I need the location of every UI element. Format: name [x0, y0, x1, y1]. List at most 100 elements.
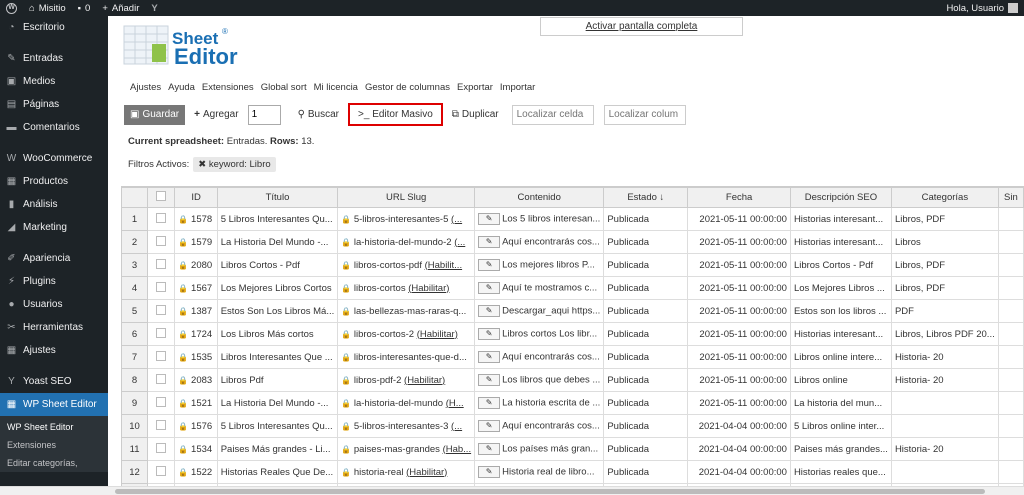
cell-categories[interactable] [890, 460, 999, 484]
row-checkbox-cell[interactable] [147, 299, 176, 323]
cell-slug[interactable]: 🔒 5-libros-interesantes-3 (... [337, 414, 476, 438]
cell-slug[interactable]: 🔒 paises-mas-grandes (Hab... [337, 437, 476, 461]
enable-slug-link[interactable]: (Habilitar) [408, 283, 449, 294]
cell-id[interactable]: 🔒 2080 [174, 253, 218, 277]
cell-status[interactable]: Publicada [603, 299, 689, 323]
enable-slug-link[interactable]: (... [451, 421, 462, 432]
cell-categories[interactable] [890, 391, 999, 415]
column-header[interactable]: Categorías [890, 187, 999, 208]
cell-title[interactable]: La Historia Del Mundo -... [216, 391, 339, 415]
edit-content-icon[interactable]: ✎ [478, 328, 501, 340]
sidebar-item-usuarios[interactable]: ● Usuarios [0, 293, 108, 316]
cell-categories[interactable]: Libros, PDF [890, 276, 999, 300]
cell-content[interactable]: ✎ Historia real de libro... [474, 460, 605, 484]
enable-slug-link[interactable]: (Habilitar) [417, 329, 458, 340]
row-checkbox-cell[interactable] [147, 437, 176, 461]
cell-date[interactable]: 2021-04-04 00:00:00 [687, 414, 791, 438]
cell-content[interactable]: ✎ Los libros que debes ... [474, 368, 605, 392]
cell-extra[interactable] [997, 414, 1024, 438]
cell-date[interactable]: 2021-05-11 00:00:00 [687, 230, 791, 254]
edit-content-icon[interactable]: ✎ [478, 443, 501, 455]
cell-seo-description[interactable]: Historias interesant... [789, 207, 892, 231]
cell-extra[interactable] [997, 345, 1024, 369]
cell-extra[interactable] [997, 207, 1024, 231]
row-checkbox[interactable] [156, 304, 167, 315]
edit-content-icon[interactable]: ✎ [478, 420, 501, 432]
cell-date[interactable]: 2021-04-04 00:00:00 [687, 437, 791, 461]
menu-item[interactable]: Global sort [261, 82, 307, 93]
menu-item[interactable]: Exportar [457, 82, 493, 93]
menu-item[interactable]: Importar [500, 82, 535, 93]
cell-date[interactable]: 2021-05-11 00:00:00 [687, 345, 791, 369]
cell-id[interactable]: 🔒 1578 [174, 207, 218, 231]
cell-content[interactable]: ✎ Aquí te mostramos c... [474, 276, 605, 300]
cell-seo-description[interactable]: Libros online intere... [789, 345, 892, 369]
cell-categories[interactable]: PDF [890, 299, 999, 323]
cell-extra[interactable] [997, 391, 1024, 415]
cell-title[interactable]: Los Libros Más cortos [216, 322, 339, 346]
cell-slug[interactable]: 🔒 la-historia-del-mundo (H... [337, 391, 476, 415]
row-checkbox-cell[interactable] [147, 207, 176, 231]
cell-content[interactable]: ✎ Aquí encontrarás cos... [474, 414, 605, 438]
menu-item[interactable]: Mi licencia [314, 82, 358, 93]
cell-status[interactable]: Publicada [603, 460, 689, 484]
cell-categories[interactable]: Historia- 20 [890, 437, 999, 461]
cell-seo-description[interactable]: Historias interesant... [789, 322, 892, 346]
edit-content-icon[interactable]: ✎ [478, 213, 501, 225]
edit-content-icon[interactable]: ✎ [478, 236, 501, 248]
cell-categories[interactable]: Libros, PDF [890, 207, 999, 231]
cell-id[interactable]: 🔒 1576 [174, 414, 218, 438]
cell-title[interactable]: Paises Más grandes - Li... [216, 437, 339, 461]
cell-content[interactable]: ✎ Descargar_aqui https... [474, 299, 605, 323]
cell-extra[interactable] [997, 230, 1024, 254]
cell-status[interactable]: Publicada [603, 437, 689, 461]
cell-date[interactable]: 2021-05-11 00:00:00 [687, 322, 791, 346]
cell-extra[interactable] [997, 368, 1024, 392]
cell-date[interactable]: 2021-05-11 00:00:00 [687, 368, 791, 392]
cell-id[interactable]: 🔒 1724 [174, 322, 218, 346]
cell-seo-description[interactable]: Libros Cortos - Pdf [789, 253, 892, 277]
cell-slug[interactable]: 🔒 libros-cortos (Habilitar) [337, 276, 476, 300]
row-checkbox-cell[interactable] [147, 345, 176, 369]
cell-slug[interactable]: 🔒 5-libros-interesantes-5 (... [337, 207, 476, 231]
cell-date[interactable]: 2021-05-11 00:00:00 [687, 299, 791, 323]
save-button[interactable]: ▣ Guardar [124, 104, 186, 125]
cell-extra[interactable] [997, 299, 1024, 323]
sidebar-item-ajustes[interactable]: ▦ Ajustes [0, 339, 108, 362]
horizontal-scrollbar[interactable] [0, 486, 1024, 495]
cell-slug[interactable]: 🔒 libros-pdf-2 (Habilitar) [337, 368, 476, 392]
cell-content[interactable]: ✎ Los 5 libros interesan... [474, 207, 605, 231]
cell-slug[interactable]: 🔒 historia-real (Habilitar) [337, 460, 476, 484]
sidebar-item-comentarios[interactable]: ▬ Comentarios [0, 116, 108, 139]
cell-id[interactable]: 🔒 1535 [174, 345, 218, 369]
column-header[interactable]: Sin [997, 187, 1024, 208]
column-header[interactable]: Estado ↓ [603, 187, 689, 208]
edit-content-icon[interactable]: ✎ [478, 466, 501, 478]
row-checkbox[interactable] [156, 281, 167, 292]
submenu-extensiones[interactable]: Extensiones [0, 436, 108, 454]
row-checkbox[interactable] [156, 212, 167, 223]
sidebar-item-análisis[interactable]: ▮ Análisis [0, 193, 108, 216]
row-checkbox-cell[interactable] [147, 368, 176, 392]
locate-cell-input[interactable] [511, 104, 594, 125]
cell-seo-description[interactable]: Historias interesant... [789, 230, 892, 254]
cell-categories[interactable]: Libros [890, 230, 999, 254]
column-header[interactable] [121, 187, 149, 208]
row-checkbox[interactable] [156, 350, 167, 361]
cell-seo-description[interactable]: Estos son los libros ... [789, 299, 892, 323]
edit-content-icon[interactable]: ✎ [478, 282, 501, 294]
menu-item[interactable]: Ayuda [168, 82, 195, 93]
cell-title[interactable]: Libros Interesantes Que ... [216, 345, 339, 369]
cell-title[interactable]: Estos Son Los Libros Má... [216, 299, 339, 323]
close-icon[interactable]: ✖ [198, 159, 206, 170]
scrollbar-thumb[interactable] [115, 489, 985, 494]
cell-seo-description[interactable]: La historia del mun... [789, 391, 892, 415]
cell-categories[interactable]: Historia- 20 [890, 345, 999, 369]
cell-content[interactable]: ✎ La historia escrita de ... [474, 391, 605, 415]
column-header[interactable]: Fecha [687, 187, 791, 208]
row-checkbox[interactable] [156, 373, 167, 384]
sidebar-item-escritorio[interactable]: ◔ Escritorio [0, 16, 108, 39]
row-checkbox[interactable] [156, 235, 167, 246]
cell-title[interactable]: Libros Cortos - Pdf [216, 253, 339, 277]
edit-content-icon[interactable]: ✎ [478, 259, 501, 271]
